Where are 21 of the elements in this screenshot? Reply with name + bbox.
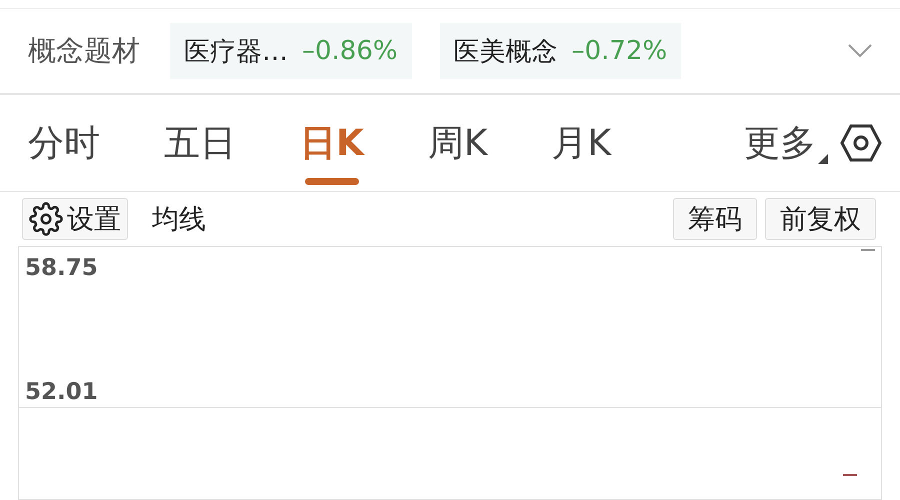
period-tab[interactable]: 五日: [164, 95, 236, 191]
period-tab[interactable]: 分时: [28, 95, 100, 191]
moving-average-label[interactable]: 均线: [152, 201, 206, 237]
settings-button[interactable]: 设置: [22, 198, 128, 240]
concept-tag[interactable]: 医疗器… –0.86%: [170, 23, 412, 79]
period-tab[interactable]: 月K: [552, 95, 612, 191]
corner-triangle-icon: [818, 154, 828, 164]
concept-tag[interactable]: 医美概念 –0.72%: [440, 23, 682, 79]
chart-option-button[interactable]: 前复权: [765, 198, 876, 240]
chevron-down-icon[interactable]: [848, 44, 872, 58]
period-tab[interactable]: 日K: [300, 95, 364, 191]
more-tab[interactable]: 更多: [744, 118, 828, 168]
period-tab[interactable]: 周K: [428, 95, 488, 191]
gear-icon: [29, 202, 63, 236]
hexagon-settings-icon[interactable]: [840, 124, 882, 162]
price-axis-label: 52.01: [25, 379, 99, 405]
concept-label: 概念题材: [28, 33, 140, 69]
candle-mark: [861, 249, 875, 251]
chart-option-button[interactable]: 筹码: [673, 198, 757, 240]
price-axis-label: 58.75: [25, 255, 99, 281]
candle-mark: [843, 474, 857, 476]
